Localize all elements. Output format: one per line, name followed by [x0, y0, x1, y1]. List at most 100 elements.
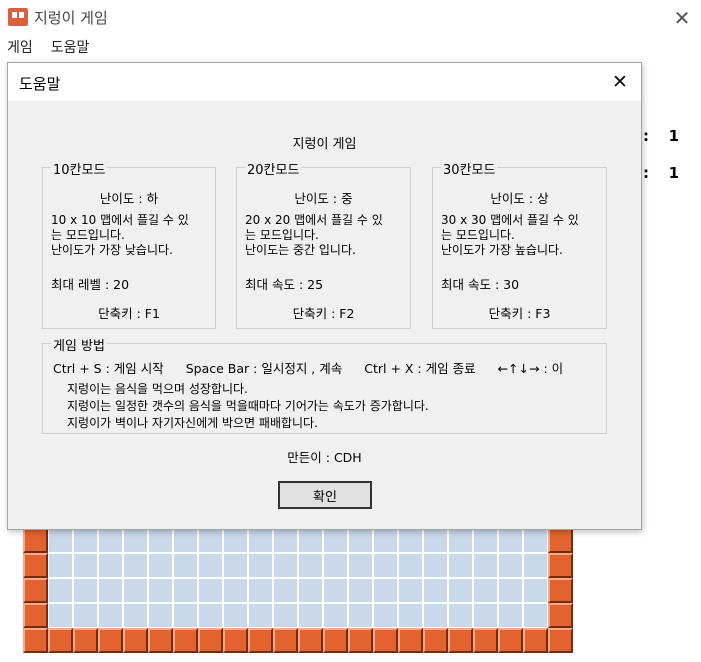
board-wall-cell: [123, 628, 148, 653]
board-empty-cell: [373, 578, 398, 603]
board-empty-cell: [373, 553, 398, 578]
control-start: Ctrl + S : 게임 시작: [53, 361, 164, 376]
board-empty-cell: [73, 578, 98, 603]
board-empty-cell: [498, 603, 523, 628]
board-wall-cell: [148, 628, 173, 653]
board-empty-cell: [148, 578, 173, 603]
board-empty-cell: [173, 553, 198, 578]
description-line: 난이도는 중간 입니다.: [245, 243, 356, 257]
description-line: 20 x 20 맵에서 플길 수 있: [245, 213, 383, 227]
board-empty-cell: [98, 603, 123, 628]
dialog-titlebar: 도움말 ✕: [8, 63, 641, 101]
board-empty-cell: [498, 578, 523, 603]
board-empty-cell: [73, 603, 98, 628]
board-empty-cell: [448, 553, 473, 578]
menu-help[interactable]: 도움말: [43, 38, 98, 58]
board-wall-cell: [548, 628, 573, 653]
board-empty-cell: [298, 578, 323, 603]
board-empty-cell: [348, 553, 373, 578]
board-empty-cell: [473, 578, 498, 603]
board-wall-cell: [348, 628, 373, 653]
board-empty-cell: [148, 603, 173, 628]
board-empty-cell: [223, 553, 248, 578]
howto-group: 게임 방법 Ctrl + S : 게임 시작 Space Bar : 일시정지 …: [42, 335, 607, 434]
board-empty-cell: [373, 528, 398, 553]
board-empty-cell: [398, 553, 423, 578]
dialog-close-button[interactable]: ✕: [610, 72, 630, 92]
board-empty-cell: [298, 603, 323, 628]
board-wall-cell: [173, 628, 198, 653]
description-line: 난이도가 가장 낮습니다.: [51, 243, 173, 257]
board-empty-cell: [298, 528, 323, 553]
board-empty-cell: [523, 528, 548, 553]
board-wall-cell: [23, 528, 48, 553]
description-line: 는 모드입니다.: [51, 228, 125, 242]
board-wall-cell: [73, 628, 98, 653]
board-empty-cell: [348, 578, 373, 603]
dialog-title: 도움말: [19, 75, 61, 93]
board-empty-cell: [273, 603, 298, 628]
board-empty-cell: [273, 578, 298, 603]
game-board: [23, 528, 573, 653]
board-empty-cell: [198, 553, 223, 578]
board-empty-cell: [123, 578, 148, 603]
board-empty-cell: [473, 603, 498, 628]
board-empty-cell: [323, 528, 348, 553]
board-empty-cell: [123, 553, 148, 578]
board-empty-cell: [423, 528, 448, 553]
board-empty-cell: [98, 528, 123, 553]
board-wall-cell: [23, 578, 48, 603]
board-wall-cell: [223, 628, 248, 653]
board-empty-cell: [148, 553, 173, 578]
board-wall-cell: [548, 603, 573, 628]
shortcut-label: 단축키 : F1: [98, 306, 160, 321]
score-separator: :: [643, 164, 649, 182]
board-empty-cell: [98, 553, 123, 578]
score-value: 1: [668, 127, 679, 145]
board-empty-cell: [523, 553, 548, 578]
window-close-button[interactable]: ✕: [672, 8, 692, 28]
board-empty-cell: [248, 578, 273, 603]
board-empty-cell: [248, 528, 273, 553]
board-empty-cell: [323, 553, 348, 578]
board-empty-cell: [473, 553, 498, 578]
board-empty-cell: [123, 603, 148, 628]
score-row-1: : 1: [643, 127, 701, 145]
board-empty-cell: [173, 578, 198, 603]
board-empty-cell: [298, 553, 323, 578]
board-empty-cell: [348, 603, 373, 628]
ok-button[interactable]: 확인: [278, 481, 372, 509]
board-wall-cell: [23, 628, 48, 653]
description-line: 는 모드입니다.: [441, 228, 515, 242]
author-label: 만든이 : CDH: [287, 450, 362, 465]
board-empty-cell: [223, 578, 248, 603]
board-empty-cell: [498, 528, 523, 553]
menu-game[interactable]: 게임: [0, 38, 43, 58]
mode-group-30: 30칸모드 난이도 : 상 30 x 30 맵에서 플길 수 있 는 모드입니다…: [432, 159, 607, 329]
board-wall-cell: [473, 628, 498, 653]
max-level-label: 최대 레벨 : 20: [51, 277, 130, 292]
board-wall-cell: [98, 628, 123, 653]
board-wall-cell: [273, 628, 298, 653]
board-wall-cell: [523, 628, 548, 653]
mode-description: 10 x 10 맵에서 플길 수 있 는 모드입니다. 난이도가 가장 낮습니다…: [51, 213, 216, 258]
board-wall-cell: [498, 628, 523, 653]
board-wall-cell: [48, 628, 73, 653]
board-empty-cell: [48, 553, 73, 578]
board-empty-cell: [423, 578, 448, 603]
max-speed-label: 최대 속도 : 30: [441, 277, 520, 292]
group-legend: 30칸모드: [441, 159, 498, 178]
board-wall-cell: [548, 528, 573, 553]
controls-line: Ctrl + S : 게임 시작 Space Bar : 일시정지 , 계속 C…: [53, 358, 581, 377]
board-wall-cell: [323, 628, 348, 653]
description-line: 30 x 30 맵에서 플길 수 있: [441, 213, 579, 227]
difficulty-label: 난이도 : 중: [294, 191, 353, 206]
group-legend: 10칸모드: [51, 159, 108, 178]
board-empty-cell: [73, 528, 98, 553]
board-empty-cell: [398, 578, 423, 603]
board-empty-cell: [323, 578, 348, 603]
board-empty-cell: [448, 603, 473, 628]
max-speed-label: 최대 속도 : 25: [245, 277, 324, 292]
board-empty-cell: [223, 603, 248, 628]
board-empty-cell: [423, 553, 448, 578]
